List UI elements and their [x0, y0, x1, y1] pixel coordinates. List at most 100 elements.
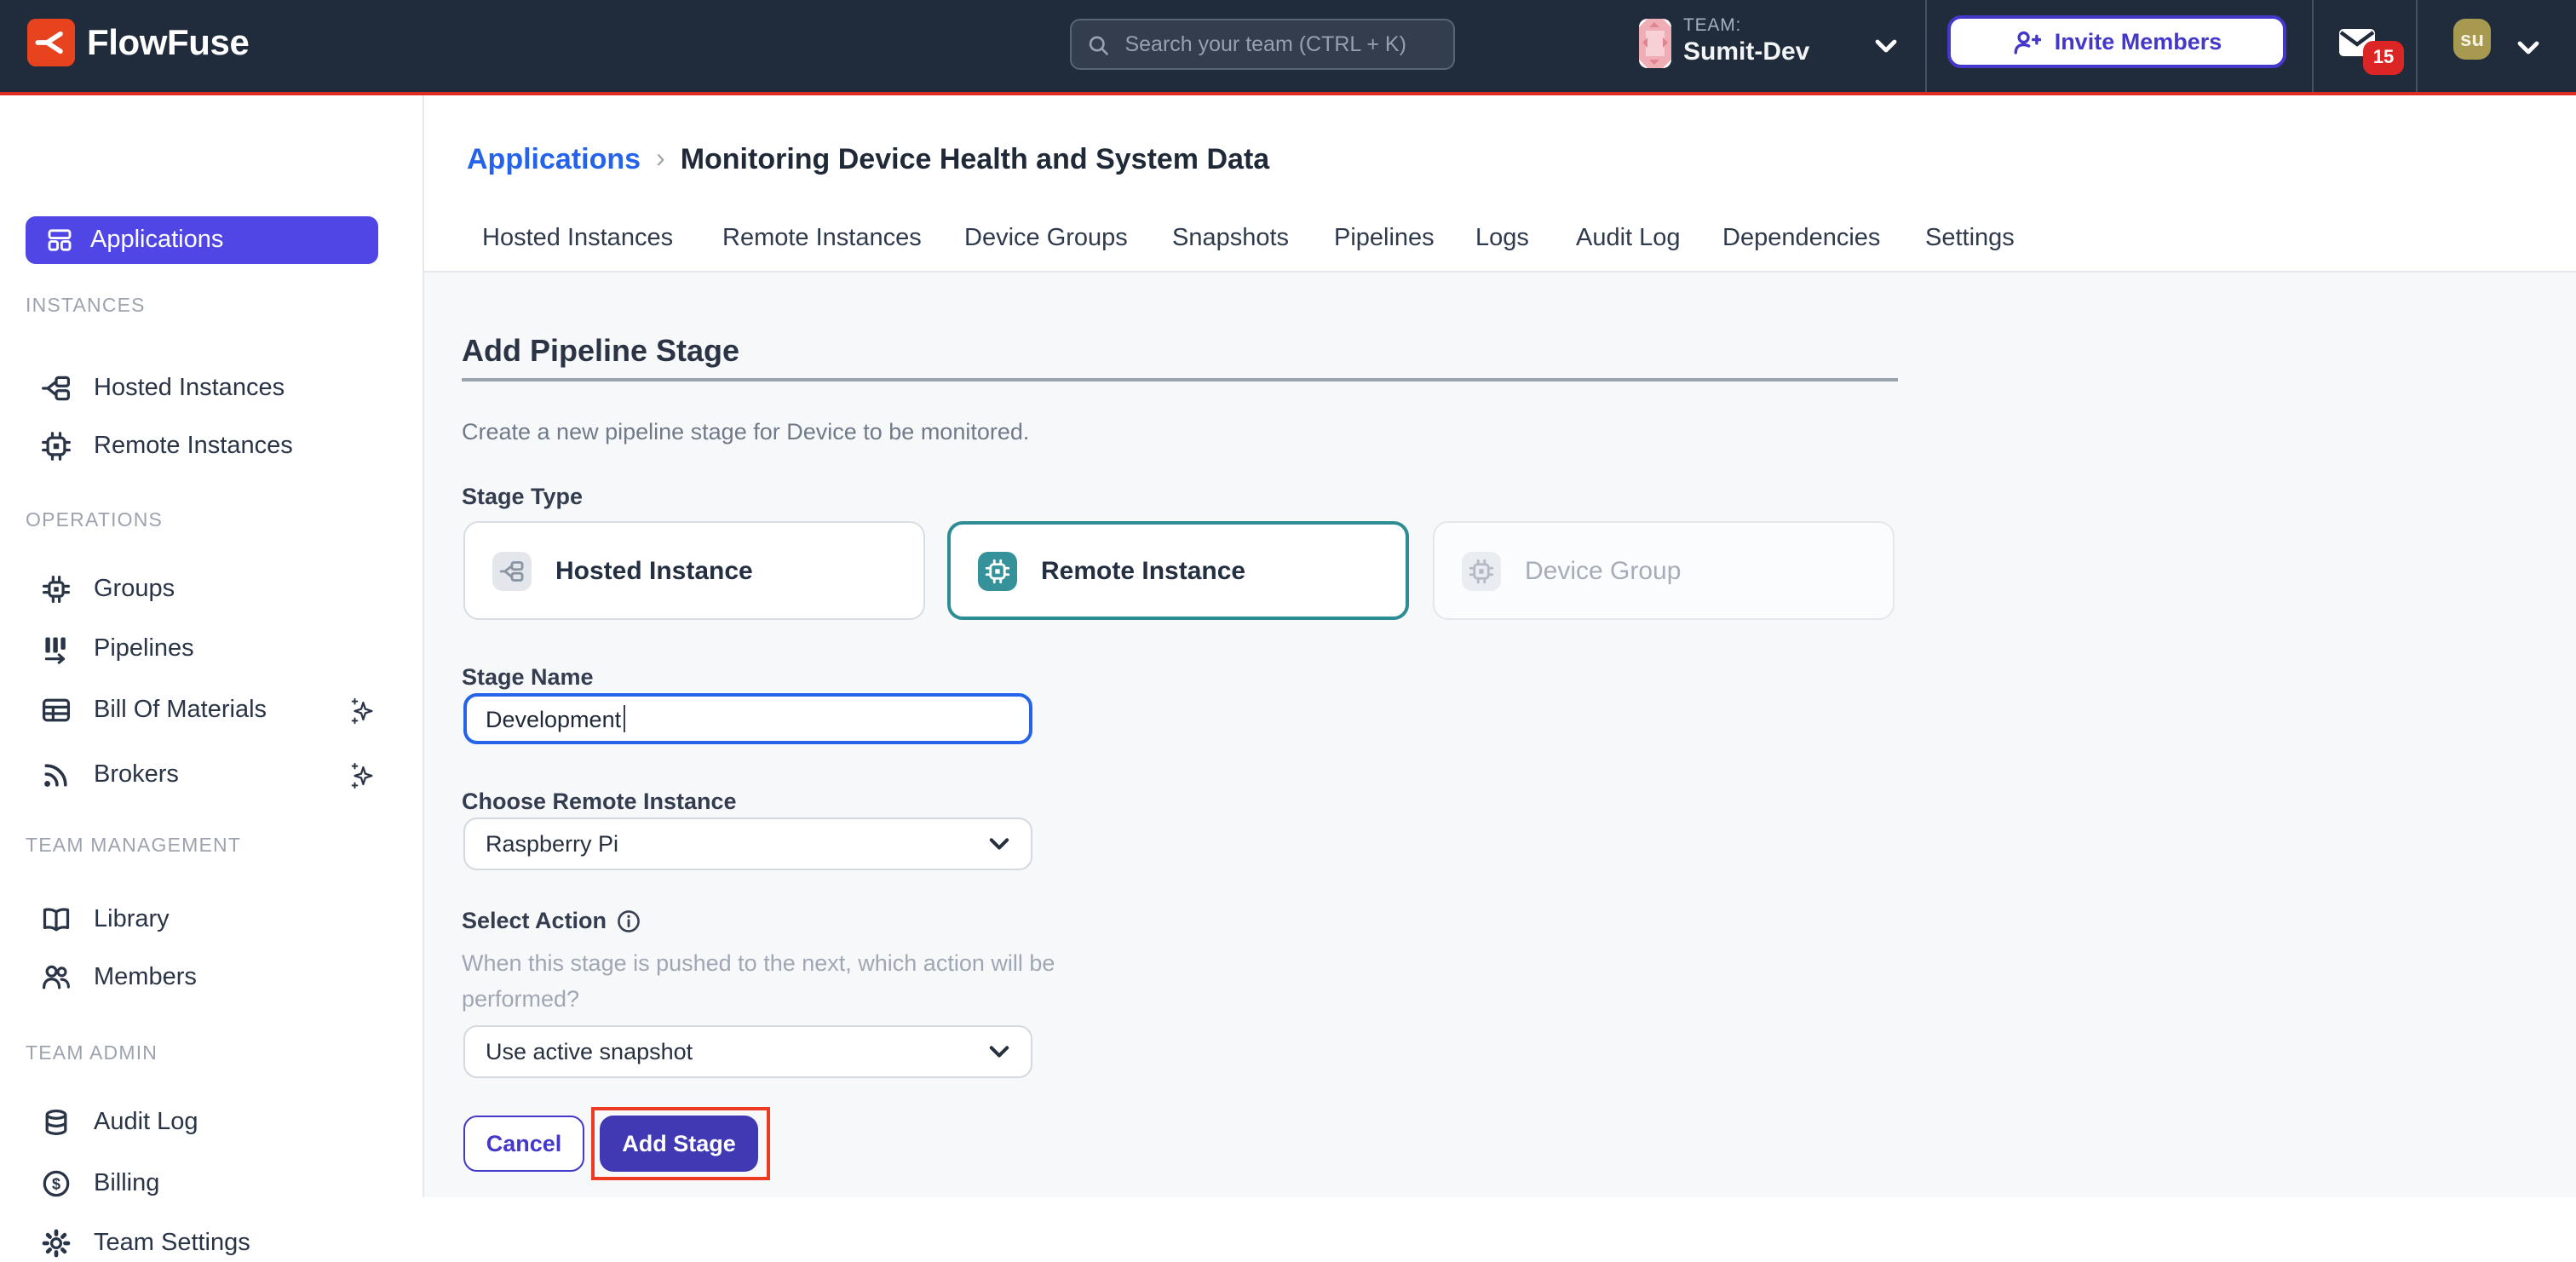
sidebar-section-team-admin: TEAM ADMIN	[26, 1044, 158, 1064]
cancel-button[interactable]: Cancel	[463, 1116, 584, 1172]
remote-instance-select[interactable]: Raspberry Pi	[463, 817, 1032, 870]
brokers-rss-icon	[41, 760, 72, 790]
stage-type-option-label: Hosted Instance	[555, 556, 753, 585]
sparkles-icon	[348, 760, 377, 789]
stage-type-option-hosted-instance[interactable]: Hosted Instance	[463, 521, 925, 620]
action-select[interactable]: Use active snapshot	[463, 1025, 1032, 1078]
tab-snapshots[interactable]: Snapshots	[1172, 225, 1289, 252]
tab-audit-log[interactable]: Audit Log	[1576, 225, 1681, 252]
stage-type-option-label: Device Group	[1525, 556, 1681, 585]
stage-type-option-remote-instance[interactable]: Remote Instance	[947, 521, 1409, 620]
info-icon[interactable]	[617, 909, 641, 932]
invite-members-label: Invite Members	[2055, 29, 2222, 54]
brand-name[interactable]: FlowFuse	[87, 24, 250, 65]
team-search[interactable]	[1070, 19, 1455, 70]
top-navbar: FlowFuse TEAM: Sumit-Dev Invite Members …	[0, 0, 2576, 95]
sidebar-item-bill-of-materials[interactable]: Bill Of Materials	[41, 691, 407, 729]
flowfuse-app: FlowFuse TEAM: Sumit-Dev Invite Members …	[0, 0, 2576, 1197]
sidebar-item-members[interactable]: Members	[41, 959, 407, 996]
chevron-down-icon	[988, 835, 1010, 853]
sidebar-item-label: Remote Instances	[94, 433, 293, 460]
notification-count-badge[interactable]: 15	[2363, 41, 2404, 75]
tab-dependencies[interactable]: Dependencies	[1722, 225, 1880, 252]
audit-log-database-icon	[41, 1107, 72, 1138]
device-group-chip-icon	[1462, 551, 1501, 590]
select-action-label: Select Action	[462, 908, 641, 933]
tab-remote-instances[interactable]: Remote Instances	[722, 225, 922, 252]
sidebar-item-label: Billing	[94, 1170, 159, 1197]
applications-grid-icon	[46, 227, 73, 254]
choose-remote-instance-label: Choose Remote Instance	[462, 789, 737, 814]
action-selected-value: Use active snapshot	[486, 1039, 693, 1064]
sidebar-item-hosted-instances[interactable]: Hosted Instances	[41, 370, 407, 407]
team-chevron-down-icon[interactable]	[1874, 36, 1898, 56]
search-input[interactable]	[1121, 31, 1438, 58]
hosted-instance-icon	[41, 373, 72, 404]
sidebar-item-pipelines[interactable]: Pipelines	[41, 630, 407, 668]
sidebar-item-applications[interactable]: Applications	[26, 216, 378, 264]
tab-hosted-instances[interactable]: Hosted Instances	[482, 225, 673, 252]
stage-type-option-label: Remote Instance	[1041, 556, 1245, 585]
sidebar-item-billing[interactable]: $ Billing	[41, 1165, 407, 1202]
user-avatar[interactable]: su	[2453, 19, 2491, 60]
tab-pipelines[interactable]: Pipelines	[1334, 225, 1435, 252]
nav-divider	[2312, 0, 2314, 92]
sidebar-item-library[interactable]: Library	[41, 901, 407, 938]
team-name[interactable]: Sumit-Dev	[1683, 37, 1809, 66]
sparkles-icon	[348, 696, 377, 725]
team-avatar[interactable]	[1639, 19, 1671, 68]
tab-logs[interactable]: Logs	[1475, 225, 1529, 252]
title-divider	[462, 378, 1898, 381]
remote-instance-selected-value: Raspberry Pi	[486, 831, 618, 857]
invite-members-button[interactable]: Invite Members	[1947, 15, 2286, 68]
remote-instance-chip-icon	[978, 551, 1017, 590]
add-stage-button[interactable]: Add Stage	[600, 1116, 758, 1172]
sidebar-item-label: Library	[94, 906, 170, 933]
chevron-down-icon	[988, 1042, 1010, 1061]
sidebar-section-instances: INSTANCES	[26, 296, 146, 317]
sidebar-item-team-settings[interactable]: Team Settings	[41, 1225, 407, 1262]
library-book-icon	[41, 904, 72, 935]
pipelines-icon	[41, 634, 72, 664]
sidebar-item-label: Audit Log	[94, 1109, 198, 1136]
nav-divider	[2416, 0, 2418, 92]
sidebar-item-label: Groups	[94, 576, 175, 603]
stage-name-label: Stage Name	[462, 664, 594, 690]
breadcrumb: Applications › Monitoring Device Health …	[467, 143, 1269, 177]
nav-divider	[1925, 0, 1927, 92]
svg-text:$: $	[52, 1175, 60, 1192]
stage-type-option-device-group: Device Group	[1433, 521, 1895, 620]
invite-user-icon	[2012, 28, 2041, 55]
sidebar-item-brokers[interactable]: Brokers	[41, 756, 407, 794]
sidebar-item-groups[interactable]: Groups	[41, 571, 407, 608]
sidebar-section-operations: OPERATIONS	[26, 511, 163, 531]
text-caret	[623, 705, 625, 732]
form-description: Create a new pipeline stage for Device t…	[462, 419, 1029, 445]
select-action-label-text: Select Action	[462, 908, 607, 933]
sidebar-item-remote-instances[interactable]: Remote Instances	[41, 427, 407, 465]
sidebar-item-label: Team Settings	[94, 1230, 250, 1257]
stage-type-label: Stage Type	[462, 484, 583, 509]
user-chevron-down-icon[interactable]	[2516, 37, 2540, 58]
billing-dollar-icon: $	[41, 1168, 72, 1199]
sidebar-item-label: Brokers	[94, 761, 179, 789]
sidebar-item-label: Pipelines	[94, 635, 194, 663]
members-people-icon	[41, 962, 72, 993]
bill-of-materials-table-icon	[41, 695, 72, 726]
tab-device-groups[interactable]: Device Groups	[964, 225, 1128, 252]
team-label: TEAM:	[1683, 15, 1741, 36]
sidebar-item-label: Hosted Instances	[94, 375, 285, 402]
sidebar-item-label: Members	[94, 964, 197, 991]
select-action-help-text: When this stage is pushed to the next, w…	[462, 945, 1061, 1017]
remote-instance-chip-icon	[41, 431, 72, 462]
page-title: Monitoring Device Health and System Data	[681, 143, 1270, 177]
sidebar-item-audit-log[interactable]: Audit Log	[41, 1104, 407, 1141]
form-title: Add Pipeline Stage	[462, 334, 739, 370]
sidebar-section-team-management: TEAM MANAGEMENT	[26, 836, 241, 857]
tab-settings[interactable]: Settings	[1925, 225, 2015, 252]
breadcrumb-separator: ›	[656, 145, 665, 175]
breadcrumb-applications-link[interactable]: Applications	[467, 143, 641, 177]
flowfuse-logo-icon[interactable]	[27, 19, 75, 66]
stage-name-input[interactable]: Development	[463, 693, 1032, 744]
sidebar-item-label: Bill Of Materials	[94, 697, 267, 724]
